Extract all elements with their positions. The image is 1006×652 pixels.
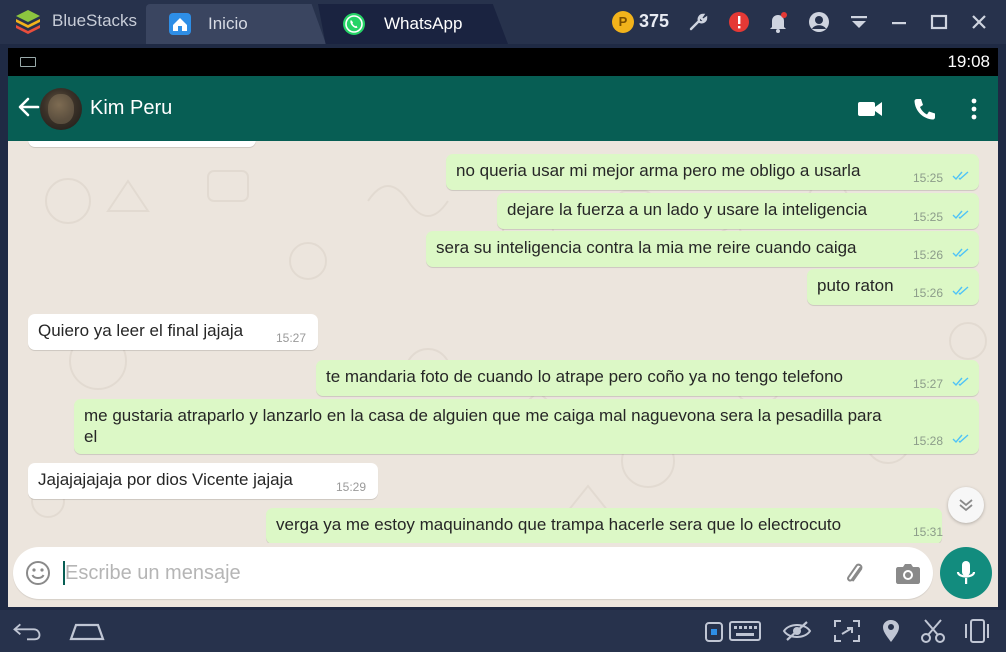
chevron-down-icon (959, 499, 973, 512)
maximize-icon[interactable] (927, 10, 951, 34)
message-bubble[interactable]: Quiero ya leer el final jajaja 15:27 (28, 314, 318, 350)
message-bubble[interactable]: dejare la fuerza a un lado y usare la in… (497, 193, 979, 229)
chat-header: Kim Peru (8, 76, 998, 141)
video-call-icon[interactable] (856, 96, 884, 122)
scissors-icon[interactable] (918, 618, 948, 644)
message-bubble[interactable]: Jajajajajaja por dios Vicente jajaja 15:… (28, 463, 378, 499)
bluestacks-logo-icon (16, 10, 40, 34)
message-bubble[interactable]: sera su inteligencia contra la mia me re… (426, 231, 979, 267)
read-receipt-icon (952, 248, 969, 258)
contact-avatar[interactable] (40, 88, 82, 130)
tab-inicio[interactable]: Inicio (146, 4, 326, 44)
message-input[interactable] (65, 557, 825, 589)
fullscreen-icon[interactable] (832, 618, 862, 644)
message-bubble-cutoff (28, 141, 256, 147)
bell-icon[interactable] (766, 10, 790, 34)
home-nav-icon[interactable] (68, 618, 106, 644)
contact-name[interactable]: Kim Peru (90, 97, 172, 120)
read-receipt-icon (952, 286, 969, 296)
keyboard-icon[interactable] (728, 618, 762, 644)
voice-call-icon[interactable] (911, 96, 939, 122)
message-text: me gustaria atraparlo y lanzarlo en la c… (84, 406, 882, 425)
message-bubble[interactable]: no queria usar mi mejor arma pero me obl… (446, 154, 979, 190)
message-text: te mandaria foto de cuando lo atrape per… (326, 367, 843, 386)
close-icon[interactable] (967, 10, 991, 34)
message-time: 15:27 (913, 377, 944, 391)
emoji-icon[interactable] (25, 560, 51, 586)
back-icon[interactable] (12, 618, 42, 644)
message-time: 15:31 (913, 525, 944, 539)
message-bubble[interactable]: verga ya me estoy maquinando que trampa … (266, 508, 944, 543)
message-text: Jajajajajaja por dios Vicente jajaja (38, 470, 293, 489)
message-bubble[interactable]: te mandaria foto de cuando lo atrape per… (316, 360, 979, 396)
message-time: 15:28 (913, 434, 944, 448)
tab-whatsapp[interactable]: WhatsApp (318, 4, 508, 44)
bluestacks-brand: BlueStacks (52, 11, 138, 30)
keyboard-icon (20, 57, 36, 67)
minimize-icon[interactable] (887, 10, 911, 34)
bluestacks-title-bar: BlueStacks Inicio WhatsApp P 375 (0, 0, 1006, 44)
message-composer (13, 547, 933, 599)
message-text: sera su inteligencia contra la mia me re… (436, 238, 857, 257)
message-time: 15:26 (913, 248, 944, 262)
message-text: no queria usar mi mejor arma pero me obl… (456, 161, 861, 180)
account-icon[interactable] (807, 10, 831, 34)
coin-count[interactable]: 375 (639, 11, 669, 32)
tab-inicio-label: Inicio (208, 14, 248, 33)
alert-icon[interactable] (727, 10, 751, 34)
message-text: puto raton (817, 276, 894, 295)
message-time: 15:29 (336, 480, 367, 494)
read-receipt-icon (952, 377, 969, 387)
bluestacks-bottom-bar (0, 610, 1006, 652)
voice-message-button[interactable] (940, 547, 992, 599)
message-time: 15:26 (913, 286, 944, 300)
message-bubble[interactable]: me gustaria atraparlo y lanzarlo en la c… (74, 399, 979, 454)
wrench-icon[interactable] (686, 10, 710, 34)
tab-whatsapp-label: WhatsApp (384, 14, 463, 33)
message-bubble[interactable]: puto raton 15:26 (807, 269, 979, 305)
microphone-icon (956, 561, 976, 584)
dropdown-icon[interactable] (847, 10, 871, 34)
message-text-line2: el (84, 427, 98, 446)
message-text: dejare la fuerza a un lado y usare la in… (507, 200, 868, 219)
message-time: 15:27 (276, 331, 307, 345)
message-text: verga ya me estoy maquinando que trampa … (276, 515, 842, 534)
read-receipt-icon (952, 210, 969, 220)
read-receipt-icon (952, 171, 969, 181)
chat-area[interactable]: no queria usar mi mejor arma pero me obl… (8, 141, 998, 543)
message-time: 15:25 (913, 171, 944, 185)
message-text: Quiero ya leer el final jajaja (38, 321, 244, 340)
android-status-bar: 19:08 (8, 48, 998, 76)
read-receipt-icon (952, 434, 969, 444)
rotate-device-icon[interactable] (962, 618, 992, 644)
status-time: 19:08 (947, 52, 990, 71)
location-pin-icon[interactable] (704, 618, 724, 644)
coin-icon: P (612, 11, 634, 33)
whatsapp-logo-icon (343, 13, 365, 35)
more-options-icon[interactable] (960, 96, 988, 122)
home-icon (169, 13, 191, 35)
message-time: 15:25 (913, 210, 944, 224)
attach-icon[interactable] (841, 560, 869, 588)
location-icon[interactable] (876, 618, 906, 644)
scroll-to-bottom-button[interactable] (948, 487, 984, 523)
back-arrow-icon[interactable] (16, 94, 42, 120)
camera-icon[interactable] (894, 560, 922, 586)
eye-off-icon[interactable] (782, 618, 812, 644)
